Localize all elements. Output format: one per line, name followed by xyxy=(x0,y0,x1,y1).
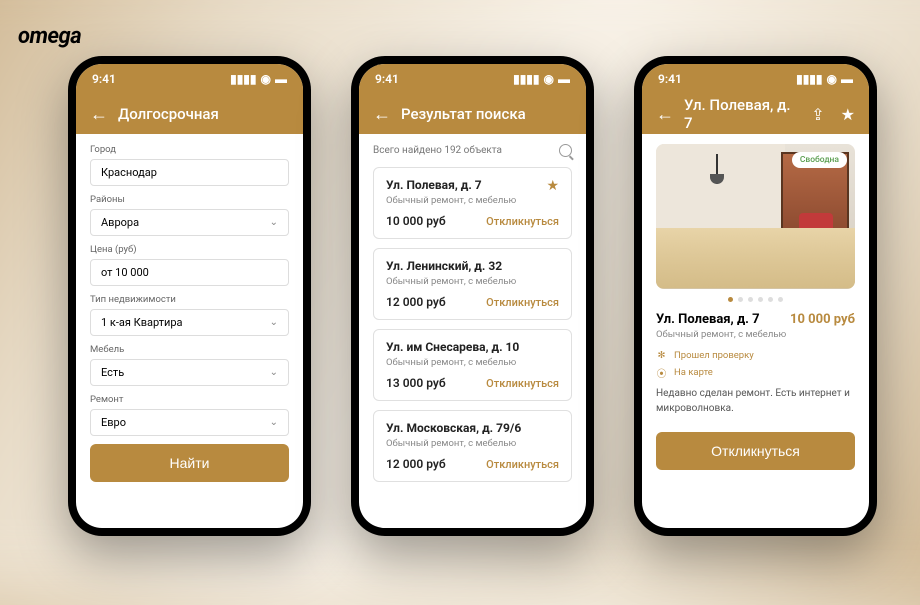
status-icons: ▮▮▮▮ ◉ ▬ xyxy=(513,72,570,86)
dot-icon[interactable] xyxy=(728,297,733,302)
repair-label: Ремонт xyxy=(90,394,289,405)
detail-address: Ул. Полевая, д. 7 xyxy=(656,312,760,327)
district-label: Районы xyxy=(90,194,289,205)
result-price: 10 000 руб xyxy=(386,214,446,228)
phone-results: 9:41 ▮▮▮▮ ◉ ▬ ← Результат поиска Всего н… xyxy=(351,56,594,536)
back-icon[interactable]: ← xyxy=(373,104,391,125)
result-address: Ул. Ленинский, д. 32 xyxy=(386,259,559,273)
header: ← Долгосрочная xyxy=(76,94,303,134)
result-subtitle: Обычный ремонт, с мебелью xyxy=(386,276,559,287)
chevron-down-icon: ⌄ xyxy=(270,367,278,378)
description: Недавно сделан ремонт. Есть интернет и м… xyxy=(656,386,855,416)
wifi-icon: ◉ xyxy=(544,72,554,86)
dot-icon[interactable] xyxy=(738,297,743,302)
header: ← Результат поиска xyxy=(359,94,586,134)
status-time: 9:41 xyxy=(658,72,682,86)
result-card[interactable]: Ул. им Снесарева, д. 10 Обычный ремонт, … xyxy=(373,329,572,401)
furniture-label: Мебель xyxy=(90,344,289,355)
results-count-row: Всего найдено 192 объекта xyxy=(373,144,572,157)
page-title: Результат поиска xyxy=(401,105,572,123)
back-icon[interactable]: ← xyxy=(656,104,674,125)
district-select[interactable]: Аврора⌄ xyxy=(90,209,289,236)
status-icons: ▮▮▮▮ ◉ ▬ xyxy=(230,72,287,86)
star-icon[interactable]: ★ xyxy=(546,178,559,194)
result-subtitle: Обычный ремонт, с мебелью xyxy=(386,357,559,368)
dot-icon[interactable] xyxy=(748,297,753,302)
results-count: Всего найдено 192 объекта xyxy=(373,145,502,156)
signal-icon: ▮▮▮▮ xyxy=(796,72,822,86)
favorite-icon[interactable]: ★ xyxy=(841,105,855,124)
check-icon: ✻ xyxy=(656,350,667,361)
status-bar: 9:41 ▮▮▮▮ ◉ ▬ xyxy=(359,64,586,94)
detail-subtitle: Обычный ремонт, с мебелью xyxy=(656,329,855,340)
result-address: Ул. им Снесарева, д. 10 xyxy=(386,340,559,354)
wifi-icon: ◉ xyxy=(827,72,837,86)
phone-filters: 9:41 ▮▮▮▮ ◉ ▬ ← Долгосрочная Город Красн… xyxy=(68,56,311,536)
search-button[interactable]: Найти xyxy=(90,444,289,482)
status-badge: Свободна xyxy=(792,152,847,168)
map-label: На карте xyxy=(674,367,713,378)
page-title: Ул. Полевая, д. 7 xyxy=(684,96,795,132)
result-price: 13 000 руб xyxy=(386,376,446,390)
map-row[interactable]: ⦿ На карте xyxy=(656,367,855,378)
dot-icon[interactable] xyxy=(768,297,773,302)
brand-logo: omega xyxy=(18,24,81,49)
status-icons: ▮▮▮▮ ◉ ▬ xyxy=(796,72,853,86)
chevron-down-icon: ⌄ xyxy=(270,317,278,328)
respond-link[interactable]: Откликнуться xyxy=(486,377,559,390)
search-icon[interactable] xyxy=(559,144,572,157)
respond-link[interactable]: Откликнуться xyxy=(486,296,559,309)
dot-icon[interactable] xyxy=(778,297,783,302)
respond-link[interactable]: Откликнуться xyxy=(486,458,559,471)
result-subtitle: Обычный ремонт, с мебелью xyxy=(386,438,559,449)
listing-photo[interactable]: Свободна xyxy=(656,144,855,289)
result-address: Ул. Полевая, д. 7 xyxy=(386,178,559,192)
battery-icon: ▬ xyxy=(558,72,570,86)
type-select[interactable]: 1 к-ая Квартира⌄ xyxy=(90,309,289,336)
verified-label: Прошел проверку xyxy=(674,350,754,361)
wifi-icon: ◉ xyxy=(261,72,271,86)
result-card[interactable]: ★ Ул. Полевая, д. 7 Обычный ремонт, с ме… xyxy=(373,167,572,239)
dot-icon[interactable] xyxy=(758,297,763,302)
result-subtitle: Обычный ремонт, с мебелью xyxy=(386,195,559,206)
carousel-dots[interactable] xyxy=(656,297,855,302)
battery-icon: ▬ xyxy=(841,72,853,86)
results-list: Всего найдено 192 объекта ★ Ул. Полевая,… xyxy=(359,134,586,528)
furniture-select[interactable]: Есть⌄ xyxy=(90,359,289,386)
status-time: 9:41 xyxy=(375,72,399,86)
verified-row[interactable]: ✻ Прошел проверку xyxy=(656,350,855,361)
price-label: Цена (руб) xyxy=(90,244,289,255)
result-price: 12 000 руб xyxy=(386,457,446,471)
respond-link[interactable]: Откликнуться xyxy=(486,215,559,228)
signal-icon: ▮▮▮▮ xyxy=(513,72,539,86)
detail-content: Свободна Ул. Полевая, д. 7 10 000 руб Об… xyxy=(642,134,869,528)
phone-detail: 9:41 ▮▮▮▮ ◉ ▬ ← Ул. Полевая, д. 7 ⇪ ★ Св… xyxy=(634,56,877,536)
respond-button[interactable]: Откликнуться xyxy=(656,432,855,470)
status-bar: 9:41 ▮▮▮▮ ◉ ▬ xyxy=(76,64,303,94)
detail-price: 10 000 руб xyxy=(790,312,855,327)
result-card[interactable]: Ул. Ленинский, д. 32 Обычный ремонт, с м… xyxy=(373,248,572,320)
type-label: Тип недвижимости xyxy=(90,294,289,305)
pin-icon: ⦿ xyxy=(656,367,667,378)
chevron-down-icon: ⌄ xyxy=(270,217,278,228)
result-price: 12 000 руб xyxy=(386,295,446,309)
status-time: 9:41 xyxy=(92,72,116,86)
signal-icon: ▮▮▮▮ xyxy=(230,72,256,86)
status-bar: 9:41 ▮▮▮▮ ◉ ▬ xyxy=(642,64,869,94)
city-input[interactable]: Краснодар xyxy=(90,159,289,186)
result-address: Ул. Московская, д. 79/6 xyxy=(386,421,559,435)
share-icon[interactable]: ⇪ xyxy=(811,105,824,124)
header: ← Ул. Полевая, д. 7 ⇪ ★ xyxy=(642,94,869,134)
price-input[interactable]: от 10 000 xyxy=(90,259,289,286)
battery-icon: ▬ xyxy=(275,72,287,86)
page-title: Долгосрочная xyxy=(118,105,289,123)
result-card[interactable]: Ул. Московская, д. 79/6 Обычный ремонт, … xyxy=(373,410,572,482)
filter-form: Город Краснодар Районы Аврора⌄ Цена (руб… xyxy=(76,134,303,528)
back-icon[interactable]: ← xyxy=(90,104,108,125)
chevron-down-icon: ⌄ xyxy=(270,417,278,428)
city-label: Город xyxy=(90,144,289,155)
repair-select[interactable]: Евро⌄ xyxy=(90,409,289,436)
